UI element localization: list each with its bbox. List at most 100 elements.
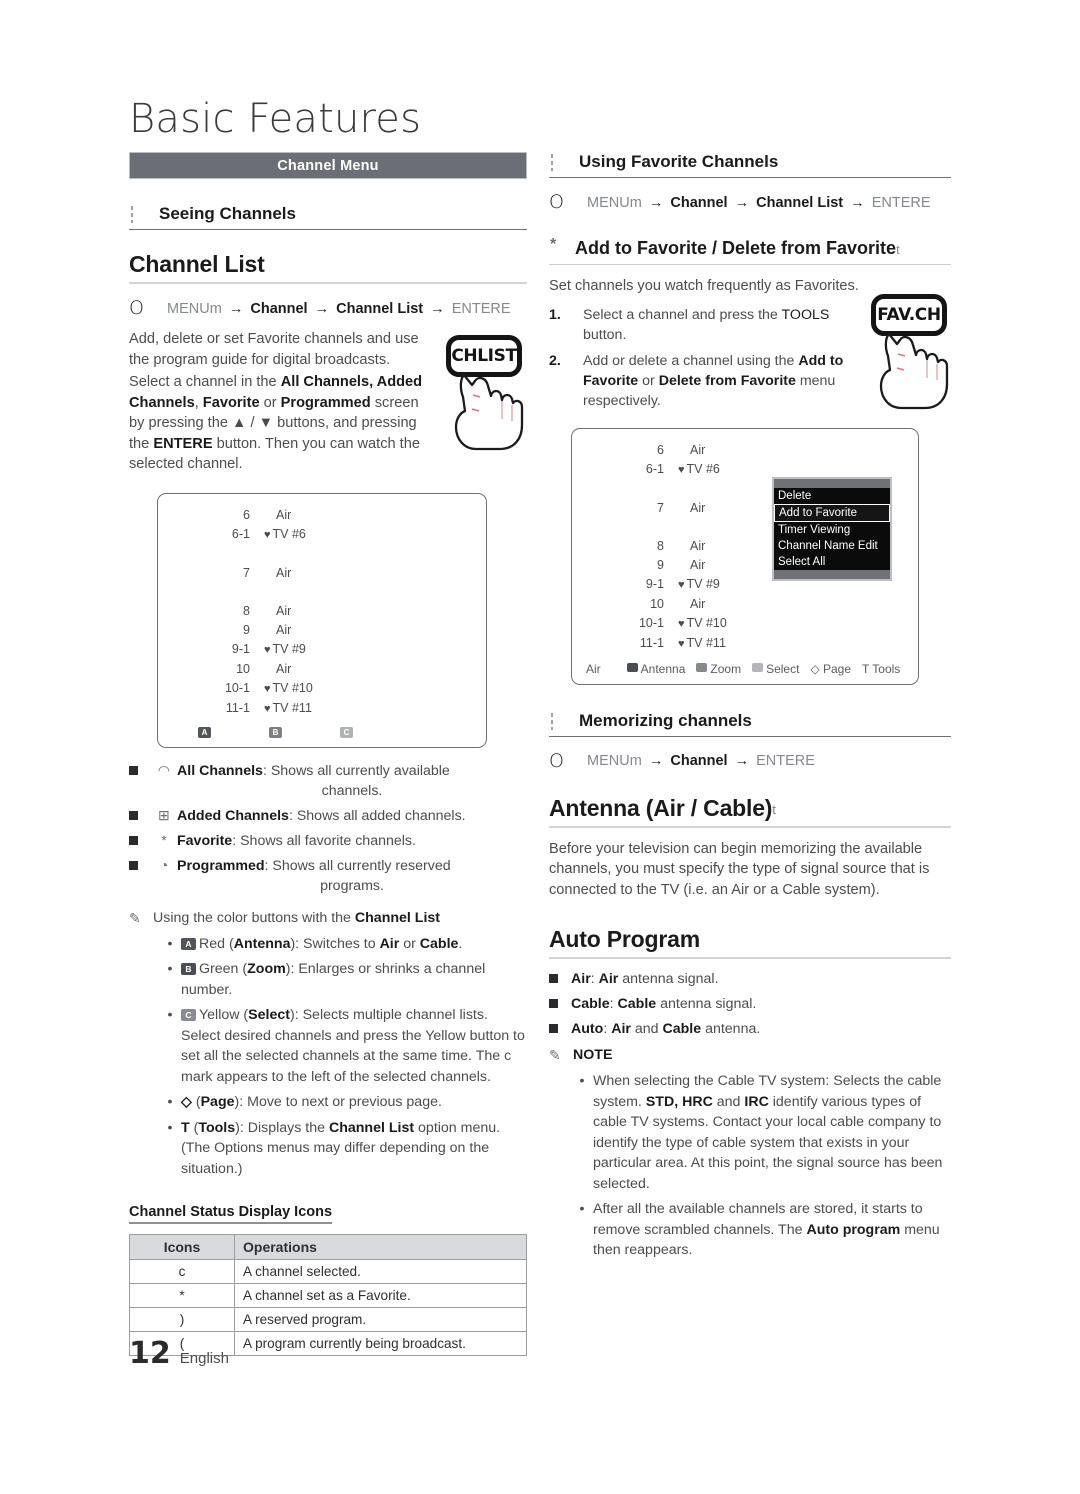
section-memorizing-channels: Memorizing channels bbox=[549, 711, 951, 737]
pencil-icon: ✎ bbox=[549, 1047, 561, 1063]
path-arrow-1-icon: → bbox=[648, 753, 664, 769]
list-item: • A Red (Antenna): Switches to Air or Cabl… bbox=[159, 934, 527, 955]
menu-item[interactable]: Channel Name Edit bbox=[774, 538, 890, 554]
footbar-tools[interactable]: T Tools bbox=[862, 662, 900, 676]
footbar-item[interactable]: Select bbox=[752, 662, 799, 676]
path-arrow-3-icon: → bbox=[850, 194, 865, 211]
channel-row[interactable]: 10-1 ♥ TV #10 bbox=[572, 614, 918, 634]
channel-row[interactable]: 6 Air bbox=[158, 506, 486, 525]
channel-number: 9 bbox=[243, 622, 250, 637]
tools-glyph-icon: T bbox=[862, 661, 873, 676]
channel-row[interactable]: 10-1 ♥ TV #10 bbox=[158, 679, 486, 699]
favorite-heart-icon: ♥ bbox=[678, 617, 685, 630]
asterisk-icon: * bbox=[550, 236, 557, 253]
channel-list-screen-mock: 6 Air 6-1 ♥ TV #6 7 Air 8 Air 9 Air 9-1 ♥ TV #9 10 Air 1… bbox=[157, 492, 487, 748]
path-menu-sup: m bbox=[629, 753, 642, 769]
tools-context-menu[interactable]: Delete Add to Favorite Timer Viewing Channe… bbox=[772, 476, 892, 581]
channel-name: ♥ TV #11 bbox=[678, 635, 726, 650]
path-enter-sup: E bbox=[805, 753, 815, 769]
favorite-heart-icon: ♥ bbox=[264, 528, 271, 541]
step-number: 1. bbox=[549, 306, 561, 323]
color-key-c-icon[interactable]: C bbox=[340, 726, 353, 738]
path-menu-sup: m bbox=[209, 300, 222, 317]
footbar-item[interactable]: Antenna bbox=[626, 662, 685, 676]
page-number: 12 bbox=[129, 1336, 171, 1371]
menu-item[interactable]: Delete bbox=[774, 488, 890, 504]
list-item: Cable: Cable antenna signal. bbox=[549, 994, 951, 1014]
note-label: NOTE bbox=[573, 1047, 613, 1063]
channel-name: Air bbox=[276, 507, 292, 522]
menu-item[interactable]: Select All bbox=[774, 554, 890, 570]
channel-number: 9-1 bbox=[231, 641, 250, 656]
heading-antenna: Antenna (Air / Cable)t bbox=[549, 795, 951, 828]
channel-row[interactable]: 7 Air bbox=[158, 564, 486, 583]
path-channel: Channel bbox=[670, 753, 728, 769]
color-key-a-icon[interactable]: A bbox=[181, 937, 196, 950]
menu-top-cap bbox=[774, 478, 890, 488]
section-marker-icon bbox=[131, 206, 133, 223]
channel-row[interactable]: 11-1 ♥ TV #11 bbox=[158, 699, 486, 719]
channel-row[interactable]: 6 Air bbox=[572, 441, 918, 460]
list-item: Auto: Air and Cable antenna. bbox=[549, 1019, 951, 1039]
list-item: • ◇ (Page): Move to next or previous page… bbox=[159, 1092, 527, 1113]
numbered-step: 1. Select a channel and press the TOOLS b… bbox=[549, 305, 869, 345]
menu-path-channel-list: O MENUm → Channel → Channel List → ENTER… bbox=[129, 299, 527, 318]
channel-name: ♥ TV #9 bbox=[264, 641, 306, 656]
pressing-hand-icon bbox=[879, 332, 949, 410]
path-enter-sup: E bbox=[500, 300, 511, 317]
page-title: Basic Features bbox=[129, 96, 422, 142]
auto-program-notes: • When selecting the Cable TV system: Sel… bbox=[571, 1071, 951, 1261]
path-channel: Channel bbox=[670, 194, 728, 211]
channel-row[interactable]: 10 Air bbox=[572, 595, 918, 614]
status-operation: A channel set as a Favorite. bbox=[234, 1283, 527, 1308]
channel-row[interactable]: 6-1 ♥ TV #6 bbox=[158, 525, 486, 545]
color-key-a-icon bbox=[626, 662, 638, 672]
menu-item[interactable]: Add to Favorite bbox=[774, 503, 890, 522]
channel-row[interactable]: 9-1 ♥ TV #9 bbox=[158, 640, 486, 660]
auto-program-items: Air: Air antenna signal. Cable: Cable ant… bbox=[549, 969, 951, 1039]
para2-sup: E bbox=[202, 435, 213, 452]
footbar-item[interactable]: Zoom bbox=[696, 662, 741, 676]
grid-plus-icon: ⊞ bbox=[158, 807, 170, 824]
channel-row[interactable]: 10 Air bbox=[158, 660, 486, 679]
square-bullet-icon bbox=[549, 1019, 571, 1039]
path-enter-key: ENTER bbox=[756, 753, 806, 769]
footbar-page[interactable]: ◇ Page bbox=[810, 662, 851, 676]
favorite-heart-icon: ♥ bbox=[264, 702, 271, 715]
list-item: • B Green (Zoom): Enlarges or shrinks a ch… bbox=[159, 959, 527, 1000]
channel-row[interactable]: 9 Air bbox=[158, 621, 486, 640]
table-header-row: Icons Operations bbox=[129, 1234, 527, 1260]
channel-row[interactable]: 8 Air bbox=[158, 602, 486, 621]
emphasis: IRC bbox=[744, 1093, 769, 1110]
bullet-dot-icon: • bbox=[579, 1073, 585, 1089]
para2-bold-3: Programmed bbox=[280, 394, 371, 411]
color-key-a-icon[interactable]: A bbox=[198, 726, 211, 738]
channel-name: Air bbox=[276, 565, 292, 580]
path-arrow-2-icon: → bbox=[734, 194, 750, 211]
mode-name: All Channels bbox=[177, 762, 263, 779]
pencil-icon: ✎ bbox=[129, 909, 141, 926]
color-key-b-icon[interactable]: B bbox=[181, 963, 196, 975]
channel-number: 7 bbox=[243, 565, 250, 580]
list-item-text: When selecting the Cable TV system: Sele… bbox=[593, 1073, 943, 1192]
color-key-b-icon bbox=[696, 662, 708, 672]
favorite-heart-icon: ♥ bbox=[678, 637, 685, 650]
page-footer: 12 English bbox=[129, 1336, 229, 1371]
favorite-heart-icon: ♥ bbox=[264, 643, 271, 656]
table-row: * A channel set as a Favorite. bbox=[129, 1283, 527, 1308]
color-key-c-icon[interactable]: C bbox=[181, 1009, 196, 1021]
channel-row[interactable]: 11-1 ♥ TV #11 bbox=[572, 634, 918, 654]
section-add-to-favorite-label: Add to Favorite / Delete from Favorite bbox=[575, 238, 897, 258]
emphasis: TOOLS bbox=[781, 306, 830, 323]
emphasis: Cable bbox=[662, 1021, 702, 1037]
menu-item[interactable]: Timer Viewing bbox=[774, 522, 890, 538]
color-key-b-icon[interactable]: B bbox=[269, 726, 282, 738]
path-channel: Channel bbox=[250, 300, 308, 317]
list-item: ⊞ Added Channels: Shows all added channel… bbox=[129, 806, 527, 826]
channel-row-spacer bbox=[158, 545, 486, 564]
emphasis: Air bbox=[598, 971, 619, 987]
favorite-screen-mock: 6 Air 6-1 ♥ TV #6 7 Air 8 Air 9 Air 9-1 ♥ TV #9 10 Air 1… bbox=[571, 427, 919, 685]
list-item-text: All Channels: Shows all currently availa… bbox=[177, 761, 527, 801]
satellite-dish-icon: ◠ bbox=[157, 762, 171, 779]
path-enter-key: ENTER bbox=[871, 194, 921, 211]
